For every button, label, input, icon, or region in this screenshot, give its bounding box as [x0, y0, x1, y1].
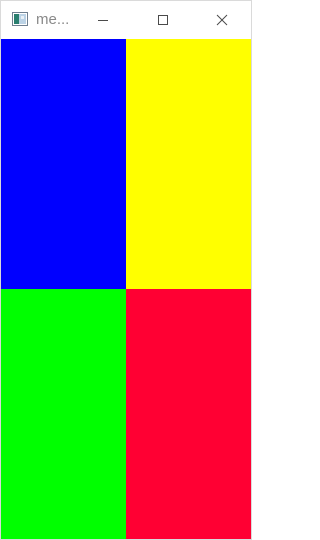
quadrant-top-right [126, 39, 251, 289]
quadrant-bottom-left [1, 289, 126, 539]
close-icon [216, 14, 228, 26]
maximize-button[interactable] [140, 1, 186, 39]
maximize-icon [157, 14, 169, 26]
client-area[interactable] [1, 39, 251, 539]
quadrant-bottom-right [126, 289, 251, 539]
quadrant-top-left [1, 39, 126, 289]
title-bar[interactable]: me... [1, 1, 251, 39]
minimize-icon [97, 14, 109, 26]
app-icon[interactable] [12, 12, 28, 26]
app-window: me... [0, 0, 252, 540]
close-button[interactable] [199, 1, 245, 39]
minimize-button[interactable] [80, 1, 126, 39]
window-title: me... [36, 11, 70, 28]
